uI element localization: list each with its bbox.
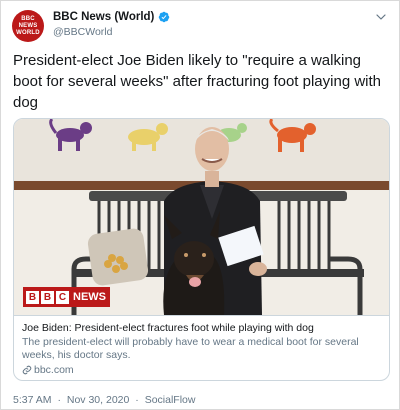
bbc-block: B xyxy=(26,290,39,304)
tweet-source[interactable]: SocialFlow xyxy=(145,394,196,406)
avatar[interactable]: BBC NEWS WORLD xyxy=(12,10,44,42)
avatar-line: WORLD xyxy=(16,29,40,36)
tweet-text: President-elect Joe Biden likely to "req… xyxy=(13,52,382,111)
display-name[interactable]: BBC News (World) xyxy=(53,11,154,23)
separator: · xyxy=(57,394,61,406)
verified-badge-icon xyxy=(159,11,170,23)
tweet-time[interactable]: 5:37 AM xyxy=(13,394,52,406)
timestamp-row: 5:37 AM · Nov 30, 2020 · SocialFlow xyxy=(13,394,195,406)
tweet-date[interactable]: Nov 30, 2020 xyxy=(67,394,129,406)
avatar-line: BBC xyxy=(21,15,35,22)
card-title[interactable]: Joe Biden: President-elect fractures foo… xyxy=(22,321,381,335)
author-name-row[interactable]: BBC News (World) xyxy=(53,11,170,23)
bbc-blocks: B B C xyxy=(23,287,72,307)
bbc-block: C xyxy=(56,290,69,304)
card-description: The president-elect will probably have t… xyxy=(22,336,359,361)
card-link-row[interactable]: bbc.com xyxy=(22,364,381,376)
bbc-news-word: NEWS xyxy=(72,287,110,307)
card-photo xyxy=(14,119,389,315)
card-image[interactable]: B B C NEWS xyxy=(14,119,389,315)
bbc-block: B xyxy=(41,290,54,304)
bbc-news-logo: B B C NEWS xyxy=(23,287,110,307)
link-card[interactable]: B B C NEWS Joe Biden: President-elect fr… xyxy=(13,118,390,381)
card-domain[interactable]: bbc.com xyxy=(34,364,74,376)
avatar-line: NEWS xyxy=(18,22,38,29)
separator: · xyxy=(135,394,139,406)
chevron-down-icon[interactable] xyxy=(375,11,387,23)
tweet: BBC NEWS WORLD BBC News (World) @BBCWorl… xyxy=(0,0,400,410)
card-body[interactable]: Joe Biden: President-elect fractures foo… xyxy=(14,315,389,380)
handle[interactable]: @BBCWorld xyxy=(53,26,112,38)
link-icon xyxy=(22,365,32,375)
